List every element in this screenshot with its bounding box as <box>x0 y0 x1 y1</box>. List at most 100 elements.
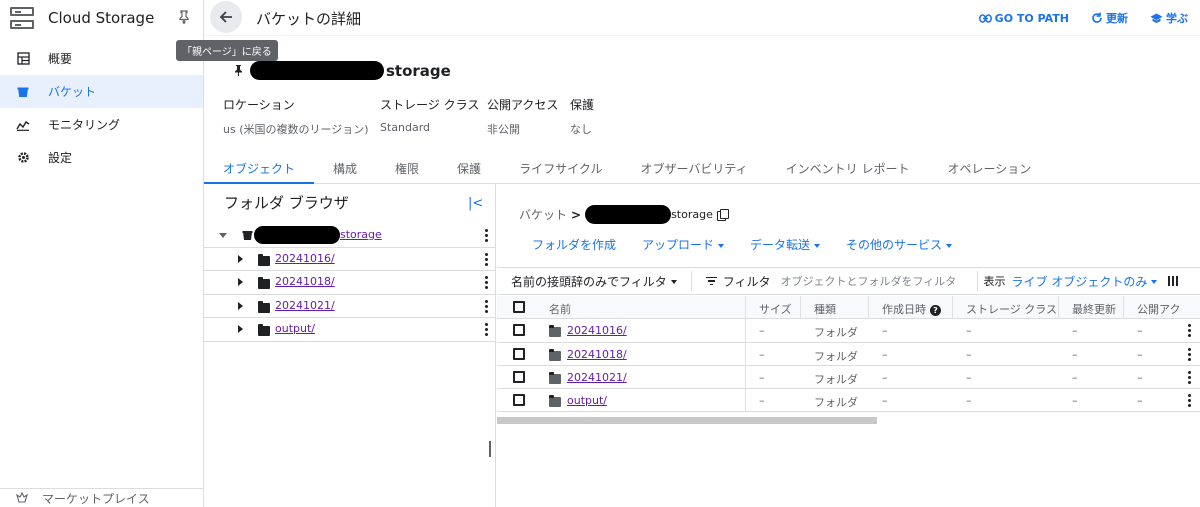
folder-tree-item[interactable]: 20241018/ <box>204 271 496 295</box>
other-services-button[interactable]: その他のサービス <box>846 236 953 253</box>
more-vert-icon[interactable] <box>485 276 488 289</box>
tab-protection[interactable]: 保護 <box>438 157 500 184</box>
folder-icon <box>258 324 270 336</box>
folder-link[interactable]: 20241016/ <box>275 252 335 265</box>
column-header-updated[interactable]: 最終更新 <box>1072 301 1116 317</box>
table-row[interactable]: 20241016/ – フォルダ – – – – <box>497 319 1200 343</box>
more-vert-icon[interactable] <box>485 252 488 266</box>
learn-button[interactable]: 学ぶ <box>1150 10 1188 26</box>
meta-location: ロケーション us (米国の複数のリージョン) <box>223 96 369 137</box>
expand-arrow-right-icon[interactable] <box>238 254 243 263</box>
transfer-data-button[interactable]: データ転送 <box>750 236 821 253</box>
tab-configuration[interactable]: 構成 <box>314 157 376 184</box>
show-select[interactable]: ライブ オブジェクトのみ <box>1012 273 1158 290</box>
folder-tree-item[interactable]: 20241021/ <box>204 295 496 318</box>
objects-table: 名前 サイズ 種類 作成日時? ストレージ クラス 最終更新 公開アク 2024… <box>497 296 1200 413</box>
sidebar-item-overview[interactable]: 概要 <box>0 42 203 75</box>
collapse-panel-icon[interactable]: |< <box>468 196 483 211</box>
table-row[interactable]: 20241018/ – フォルダ – – – – <box>497 342 1200 366</box>
tab-permissions[interactable]: 権限 <box>376 157 438 184</box>
cell-created: – <box>882 347 888 361</box>
sidebar-item-marketplace[interactable]: マーケットプレイス <box>0 488 204 507</box>
column-header-size[interactable]: サイズ <box>759 301 792 317</box>
folder-browser: フォルダ ブラウザ |< storage 20241016/ 20241018/… <box>204 184 496 507</box>
help-icon[interactable]: ? <box>930 305 941 316</box>
objects-pane: バケット > storage フォルダを作成 アップロード データ転送 その他の… <box>497 184 1200 507</box>
folder-tree-root[interactable]: storage <box>204 224 496 248</box>
horizontal-scrollbar[interactable] <box>497 417 877 424</box>
select-all-checkbox[interactable] <box>513 301 525 313</box>
column-display-icon[interactable] <box>1167 276 1178 286</box>
sidebar-item-label: バケット <box>48 85 97 99</box>
expand-arrow-down-icon[interactable] <box>219 233 227 238</box>
row-checkbox[interactable] <box>513 347 525 360</box>
tab-inventory-reports[interactable]: インベントリ レポート <box>767 157 929 184</box>
refresh-button[interactable]: 更新 <box>1091 10 1128 26</box>
column-header-type[interactable]: 種類 <box>814 301 836 317</box>
more-vert-icon[interactable] <box>1188 370 1191 384</box>
tab-objects[interactable]: オブジェクト <box>204 157 315 184</box>
table-row[interactable]: output/ – フォルダ – – – – <box>497 389 1200 413</box>
object-name-link[interactable]: 20241016/ <box>567 324 627 337</box>
show-value: ライブ オブジェクトのみ <box>1011 274 1148 289</box>
folder-link[interactable]: 20241018/ <box>275 275 335 288</box>
column-header-created[interactable]: 作成日時? <box>882 301 941 317</box>
folder-tree-item[interactable]: 20241016/ <box>204 248 496 271</box>
row-checkbox[interactable] <box>513 324 525 337</box>
pin-icon[interactable] <box>233 64 244 77</box>
expand-arrow-right-icon[interactable] <box>238 278 243 286</box>
table-row[interactable]: 20241021/ – フォルダ – – – – <box>497 365 1200 390</box>
column-divider <box>745 319 746 343</box>
filter-input[interactable]: オブジェクトとフォルダをフィルタ <box>781 273 977 289</box>
panel-resize-handle[interactable] <box>489 441 491 457</box>
more-vert-icon[interactable] <box>485 323 488 336</box>
object-name-link[interactable]: 20241021/ <box>567 371 627 384</box>
column-divider <box>952 296 953 319</box>
cell-type: フォルダ <box>814 326 858 340</box>
learn-label: 学ぶ <box>1166 12 1188 25</box>
pin-icon[interactable] <box>177 10 191 24</box>
folder-link[interactable]: output/ <box>275 322 315 335</box>
gear-icon <box>16 151 30 165</box>
tab-operations[interactable]: オペレーション <box>928 157 1050 184</box>
sidebar-item-monitoring[interactable]: モニタリング <box>0 108 203 141</box>
breadcrumb-root[interactable]: バケット <box>519 206 567 223</box>
upload-button[interactable]: アップロード <box>642 236 725 253</box>
go-to-path-button[interactable]: GO TO PATH <box>978 10 1069 26</box>
tab-lifecycle[interactable]: ライフサイクル <box>500 157 621 184</box>
column-header-public-access[interactable]: 公開アク <box>1137 301 1180 317</box>
meta-value: 非公開 <box>487 123 520 136</box>
meta-label: ストレージ クラス <box>380 98 480 112</box>
more-vert-icon[interactable] <box>1188 394 1191 408</box>
expand-arrow-right-icon[interactable] <box>238 325 243 333</box>
root-bucket-link[interactable]: storage <box>340 228 382 241</box>
object-name-link[interactable]: 20241018/ <box>567 348 627 361</box>
back-button[interactable] <box>210 1 242 33</box>
folder-link[interactable]: 20241021/ <box>275 299 335 312</box>
copy-icon[interactable] <box>716 208 729 221</box>
column-header-storage-class[interactable]: ストレージ クラス <box>966 301 1057 317</box>
column-header-name[interactable]: 名前 <box>549 301 571 317</box>
more-vert-icon[interactable] <box>485 299 488 313</box>
folder-tree-item[interactable]: output/ <box>204 318 496 342</box>
meta-storage-class: ストレージ クラス Standard <box>380 96 479 134</box>
filter-bar: 名前の接頭辞のみでフィルタ フィルタ オブジェクトとフォルダをフィルタ 表示 ラ… <box>497 267 1200 295</box>
more-vert-icon[interactable] <box>1188 324 1191 338</box>
row-checkbox[interactable] <box>513 394 525 407</box>
create-folder-button[interactable]: フォルダを作成 <box>532 236 616 253</box>
row-checkbox[interactable] <box>513 370 525 383</box>
more-vert-icon[interactable] <box>1188 347 1191 361</box>
expand-arrow-right-icon[interactable] <box>238 301 243 310</box>
sidebar-item-settings[interactable]: 設定 <box>0 141 203 174</box>
folder-icon <box>549 371 561 384</box>
prefix-filter-select[interactable]: 名前の接頭辞のみでフィルタ <box>511 273 677 290</box>
tab-observability[interactable]: オブザーバビリティ <box>621 157 766 184</box>
cell-updated: – <box>1072 394 1078 408</box>
object-name-link[interactable]: output/ <box>567 394 607 407</box>
page-title: バケットの詳細 <box>256 10 362 28</box>
sidebar-item-buckets[interactable]: バケット <box>0 75 203 108</box>
column-divider <box>868 296 869 319</box>
more-vert-icon[interactable] <box>485 229 488 242</box>
app-title: Cloud Storage <box>48 9 155 27</box>
column-divider <box>745 342 746 366</box>
